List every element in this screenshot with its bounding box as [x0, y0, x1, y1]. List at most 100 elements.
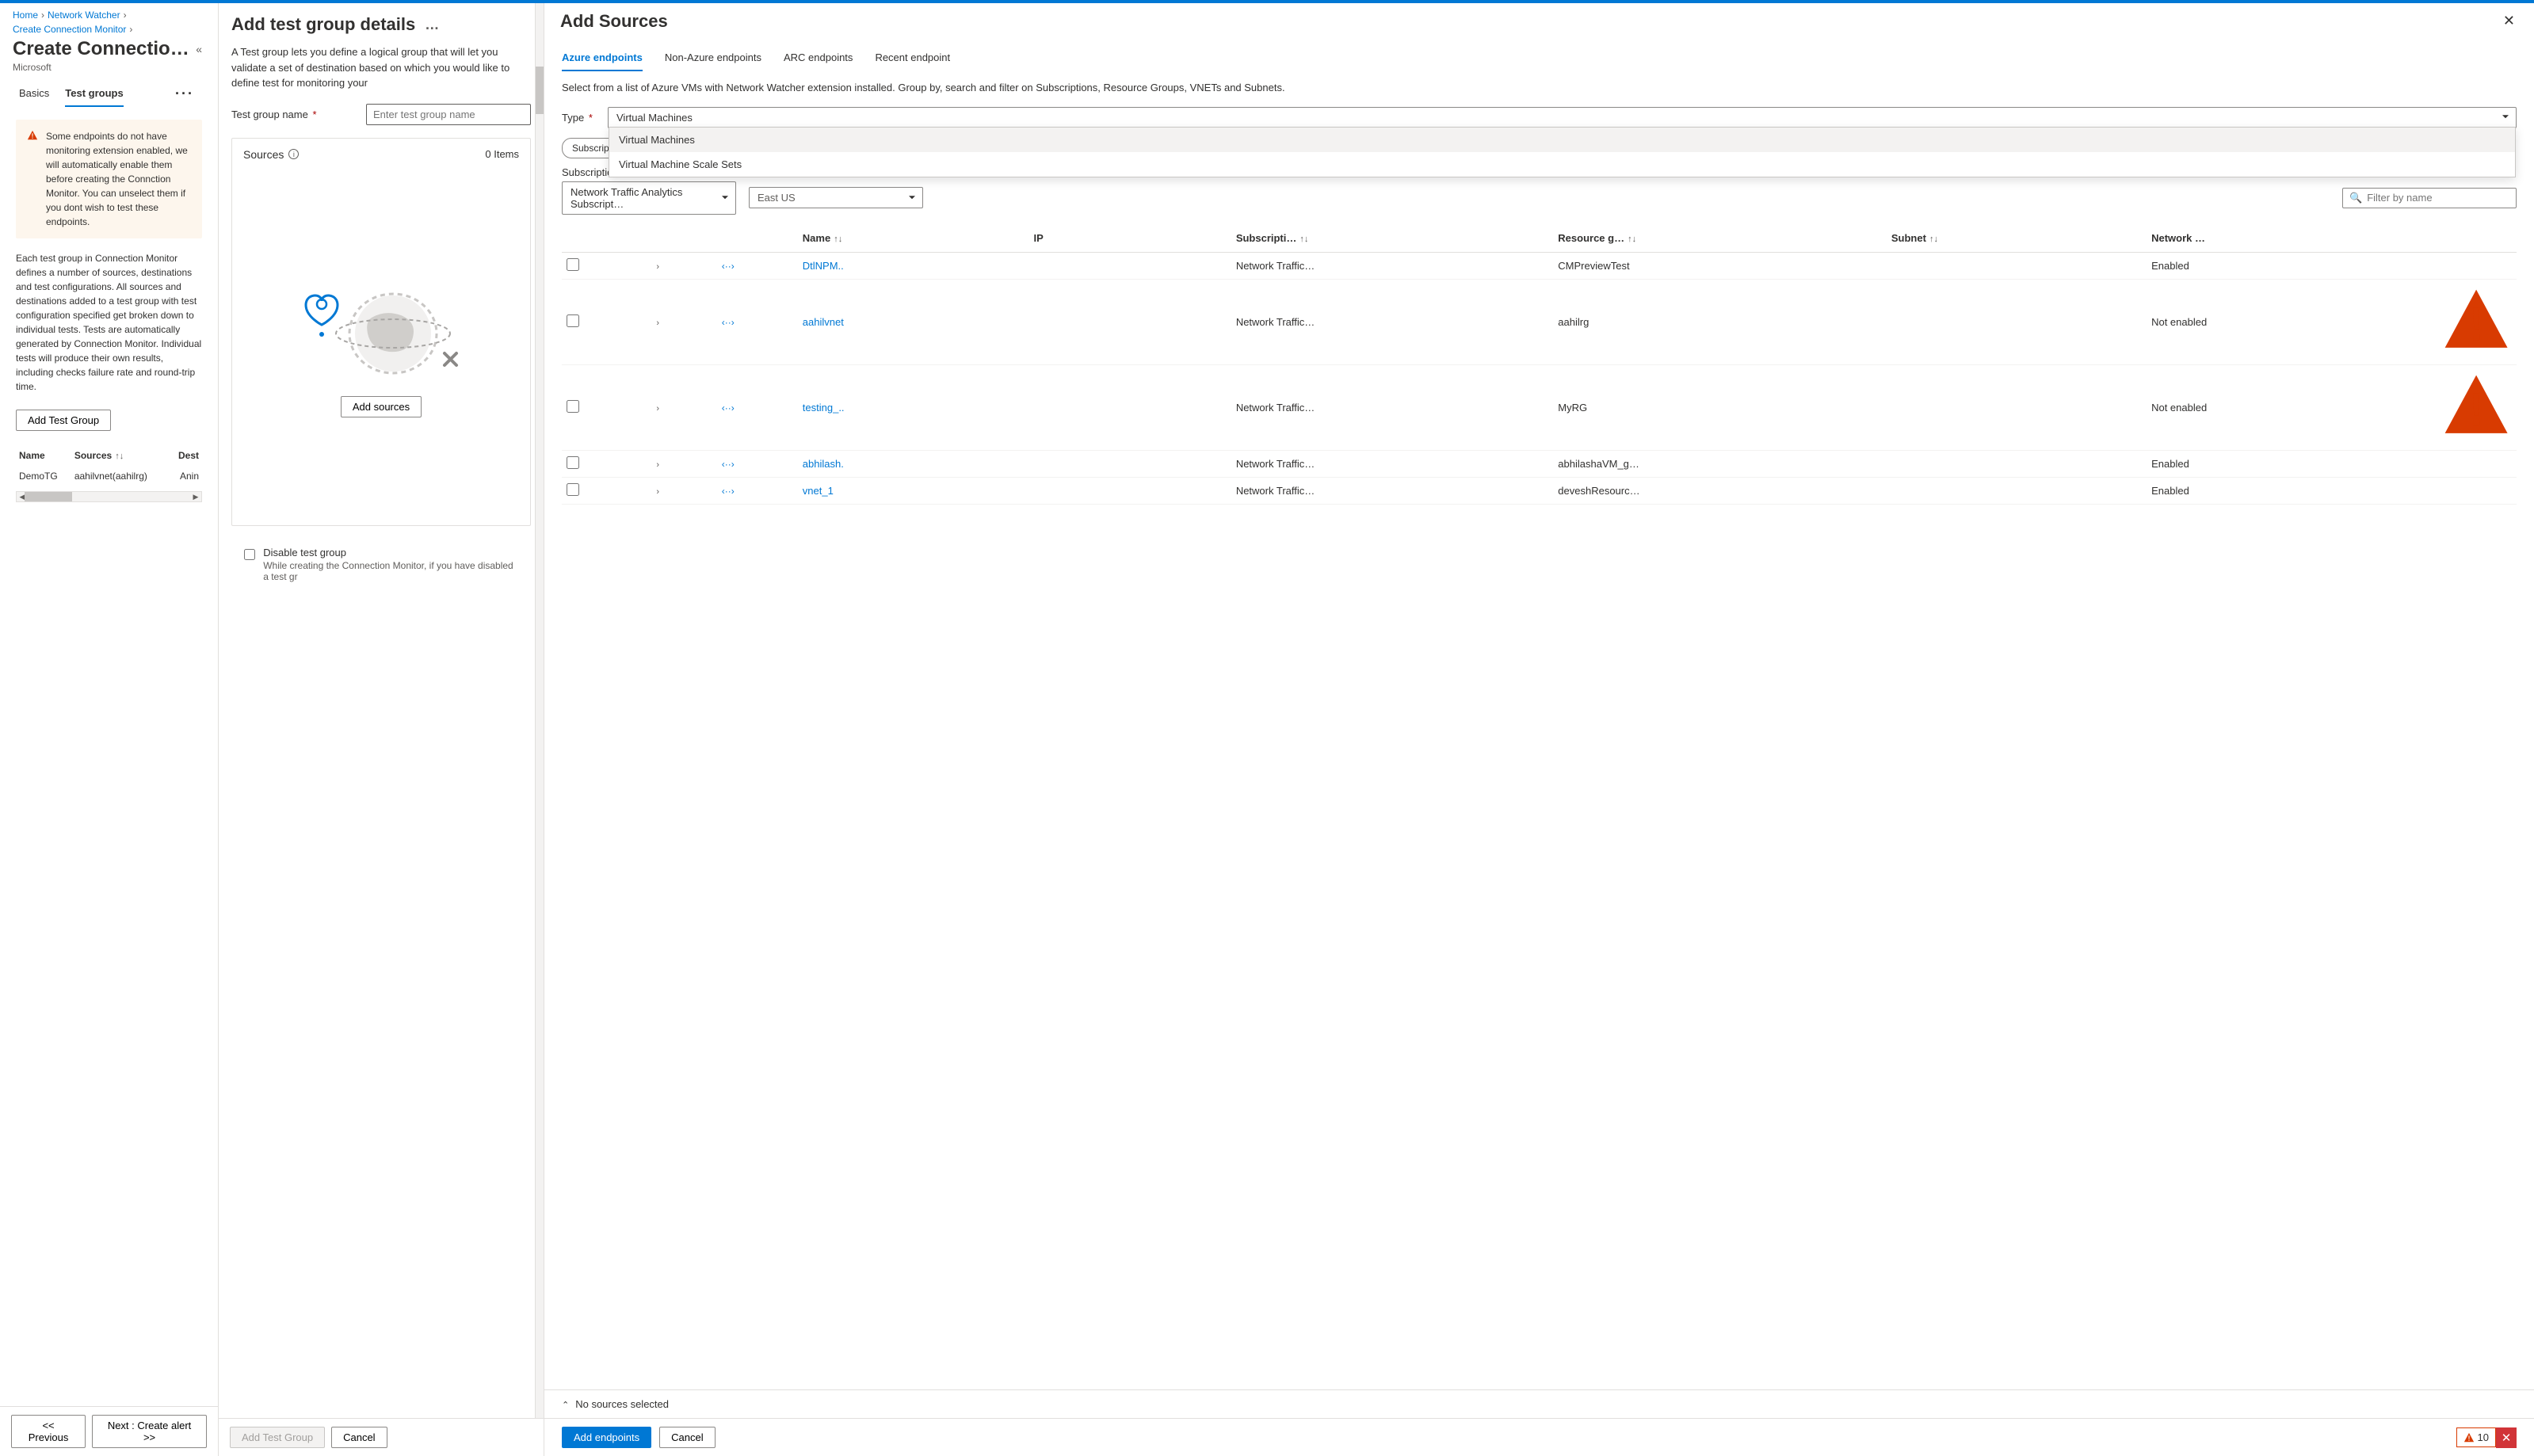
blade-description: Select from a list of Azure VMs with Net… — [544, 72, 2534, 107]
tab-basics[interactable]: Basics — [19, 81, 49, 107]
cell-ip — [1029, 450, 1231, 477]
vnet-icon: ‹··› — [722, 261, 735, 272]
table-row[interactable]: ›‹··›vnet_1Network Traffic…deveshResourc… — [562, 477, 2517, 504]
expand-icon[interactable]: › — [653, 318, 662, 328]
table-row[interactable]: ›‹··›abhilash.Network Traffic…abhilashaV… — [562, 450, 2517, 477]
cell-resource-group: abhilashaVM_g… — [1553, 450, 1887, 477]
tab-non-azure-endpoints[interactable]: Non-Azure endpoints — [665, 45, 761, 71]
close-icon[interactable]: ✕ — [2500, 10, 2518, 32]
disable-checkbox[interactable] — [244, 548, 255, 561]
table-row[interactable]: ›‹··›aahilvnetNetwork Traffic…aahilrgNot… — [562, 279, 2517, 364]
previous-button[interactable]: << Previous — [11, 1415, 86, 1448]
disable-test-group-row: Disable test group While creating the Co… — [231, 539, 531, 590]
cell-name[interactable]: testing_.. — [798, 364, 1029, 450]
cancel-button[interactable]: Cancel — [331, 1427, 387, 1448]
vnet-icon: ‹··› — [722, 317, 735, 328]
info-icon[interactable]: i — [288, 149, 299, 159]
add-sources-blade: Add Sources ✕ Azure endpoints Non-Azure … — [544, 3, 2534, 1456]
col-checkbox[interactable] — [562, 224, 648, 253]
breadcrumb-sep: › — [129, 24, 132, 35]
h-scrollbar-thumb[interactable] — [25, 492, 72, 501]
filter-input[interactable] — [2367, 192, 2509, 204]
breadcrumb-sep: › — [124, 10, 127, 21]
breadcrumb: Home › Network Watcher › Create Connecti… — [0, 3, 218, 38]
breadcrumb-network-watcher[interactable]: Network Watcher — [48, 10, 120, 21]
breadcrumb-create[interactable]: Create Connection Monitor — [13, 24, 126, 35]
table-row[interactable]: ›‹··›testing_..Network Traffic…MyRGNot e… — [562, 364, 2517, 450]
region-dropdown[interactable]: East US — [749, 187, 923, 208]
disable-label: Disable test group — [263, 547, 518, 558]
type-dropdown[interactable]: Virtual Machines Virtual Machines Virtua… — [608, 107, 2517, 128]
cancel-button[interactable]: Cancel — [659, 1427, 715, 1448]
cell-name[interactable]: vnet_1 — [798, 477, 1029, 504]
dropdown-option-vm[interactable]: Virtual Machines — [609, 128, 2515, 152]
test-group-name-input[interactable] — [366, 104, 531, 125]
scroll-right-icon[interactable]: ▶ — [190, 492, 201, 501]
vnet-icon: ‹··› — [722, 459, 735, 470]
row-checkbox[interactable] — [567, 483, 579, 496]
selection-bar[interactable]: ⌄ No sources selected — [544, 1389, 2534, 1418]
add-test-group-button[interactable]: Add Test Group — [16, 410, 111, 431]
dropdown-option-vmss[interactable]: Virtual Machine Scale Sets — [609, 152, 2515, 177]
left-scroll[interactable]: Some endpoints do not have monitoring ex… — [0, 107, 218, 1406]
expand-icon[interactable]: › — [653, 460, 662, 470]
tab-arc-endpoints[interactable]: ARC endpoints — [784, 45, 853, 71]
type-dropdown-list: Virtual Machines Virtual Machine Scale S… — [609, 127, 2516, 177]
col-subscription[interactable]: Subscripti…↑↓ — [1231, 224, 1553, 253]
next-button[interactable]: Next : Create alert >> — [92, 1415, 207, 1448]
col-sources[interactable]: Sources↑↓ — [71, 445, 169, 466]
add-endpoints-button[interactable]: Add endpoints — [562, 1427, 651, 1448]
test-group-table: Name Sources↑↓ Dest DemoTG aahilvnet(aah… — [16, 445, 202, 486]
tab-test-groups[interactable]: Test groups — [65, 81, 123, 107]
col-name[interactable]: Name↑↓ — [798, 224, 1029, 253]
status-error[interactable]: ✕ — [2496, 1427, 2517, 1448]
cell-resource-group: CMPreviewTest — [1553, 252, 1887, 279]
mid-footer: Add Test Group Cancel — [219, 1418, 544, 1456]
cell-name[interactable]: abhilash. — [798, 450, 1029, 477]
page-title: Create Connection… — [13, 38, 193, 60]
mid-title: Add test group details — [231, 14, 415, 35]
filter-search[interactable]: 🔍 — [2342, 188, 2517, 208]
col-name[interactable]: Name — [16, 445, 71, 466]
subscription-dropdown[interactable]: Network Traffic Analytics Subscript… — [562, 181, 736, 215]
cell-name[interactable]: DtlNPM.. — [798, 252, 1029, 279]
add-sources-button[interactable]: Add sources — [341, 396, 422, 417]
row-checkbox[interactable] — [567, 400, 579, 413]
breadcrumb-home[interactable]: Home — [13, 10, 38, 21]
row-checkbox[interactable] — [567, 456, 579, 469]
status-warning[interactable]: 10 — [2456, 1427, 2496, 1447]
row-checkbox[interactable] — [567, 258, 579, 271]
collapse-icon[interactable]: « — [193, 40, 205, 59]
cell-name[interactable]: aahilvnet — [798, 279, 1029, 364]
tab-azure-endpoints[interactable]: Azure endpoints — [562, 45, 643, 71]
warning-icon — [2463, 1432, 2475, 1443]
sort-icon: ↑↓ — [1628, 234, 1636, 244]
row-checkbox[interactable] — [567, 314, 579, 327]
more-icon[interactable]: … — [425, 17, 441, 33]
endpoints-grid: Name↑↓ IP Subscripti…↑↓ Resource g…↑↓ Su… — [562, 224, 2517, 505]
add-test-group-button-footer[interactable]: Add Test Group — [230, 1427, 325, 1448]
col-dest[interactable]: Dest — [169, 445, 202, 466]
col-subnet[interactable]: Subnet↑↓ — [1887, 224, 2147, 253]
col-network[interactable]: Network … — [2147, 224, 2436, 253]
table-row[interactable]: ›‹··›DtlNPM..Network Traffic…CMPreviewTe… — [562, 252, 2517, 279]
vnet-icon: ‹··› — [722, 486, 735, 497]
table-row[interactable]: DemoTG aahilvnet(aahilrg) Anin — [16, 466, 202, 486]
warning-icon — [2441, 347, 2512, 359]
col-ip[interactable]: IP — [1029, 224, 1231, 253]
tab-more-icon[interactable]: ··· — [175, 86, 199, 102]
cell-warn — [2436, 450, 2517, 477]
cell-warn — [2436, 252, 2517, 279]
cell-subnet — [1887, 364, 2147, 450]
blade-footer: Add endpoints Cancel 10 ✕ — [544, 1418, 2534, 1456]
expand-icon[interactable]: › — [653, 404, 662, 414]
cell-ip — [1029, 477, 1231, 504]
breadcrumb-sep: › — [41, 10, 44, 21]
expand-icon[interactable]: › — [653, 262, 662, 272]
expand-icon[interactable]: › — [653, 487, 662, 497]
sort-icon: ↑↓ — [115, 452, 124, 461]
col-resource-group[interactable]: Resource g…↑↓ — [1553, 224, 1887, 253]
h-scrollbar[interactable]: ◀ ▶ — [16, 491, 202, 502]
cell-dest: Anin — [169, 466, 202, 486]
tab-recent-endpoint[interactable]: Recent endpoint — [875, 45, 950, 71]
